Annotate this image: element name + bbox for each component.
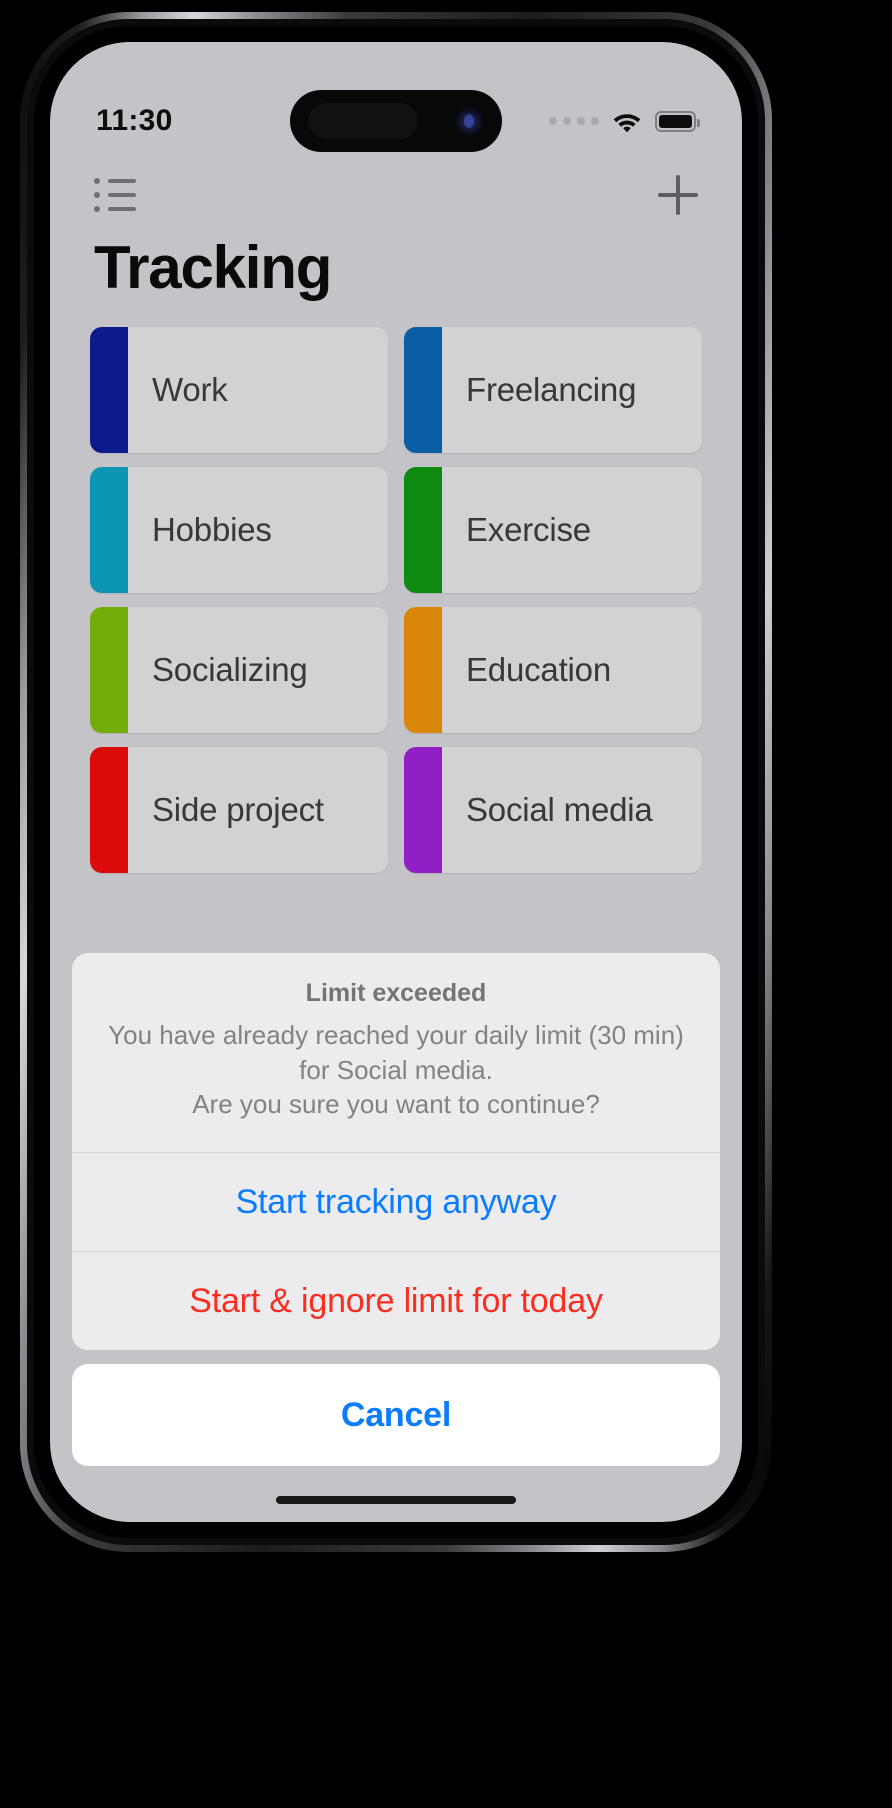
action-sheet-header: Limit exceeded You have already reached …	[72, 953, 720, 1152]
category-card[interactable]: Education	[404, 606, 702, 733]
category-card[interactable]: Hobbies	[90, 466, 388, 593]
action-sheet-message: You have already reached your daily limi…	[108, 1020, 684, 1120]
category-color-bar	[90, 746, 128, 873]
wifi-icon	[612, 110, 642, 133]
category-color-bar	[404, 326, 442, 453]
cellular-dots-icon	[549, 117, 599, 125]
action-sheet: Limit exceeded You have already reached …	[72, 953, 720, 1466]
category-label: Socializing	[152, 650, 308, 688]
plus-icon[interactable]	[658, 175, 698, 215]
phone-frame: 11:30 Tracking Work Freelancing Hobbies …	[20, 12, 772, 1552]
front-camera	[453, 105, 486, 138]
category-label: Work	[152, 370, 228, 408]
category-color-bar	[90, 326, 128, 453]
category-color-bar	[90, 606, 128, 733]
category-label: Side project	[152, 790, 324, 828]
category-card[interactable]: Side project	[90, 746, 388, 873]
category-card[interactable]: Work	[90, 326, 388, 453]
status-clock: 11:30	[96, 104, 173, 137]
page-title: Tracking	[94, 234, 332, 301]
category-label: Freelancing	[466, 370, 637, 408]
category-card[interactable]: Exercise	[404, 466, 702, 593]
navigation-bar	[50, 164, 742, 226]
category-color-bar	[90, 466, 128, 593]
category-grid: Work Freelancing Hobbies Exercise Social…	[50, 326, 742, 873]
phone-screen: 11:30 Tracking Work Freelancing Hobbies …	[50, 42, 742, 1522]
category-color-bar	[404, 466, 442, 593]
category-card[interactable]: Socializing	[90, 606, 388, 733]
cancel-button[interactable]: Cancel	[72, 1364, 720, 1466]
category-color-bar	[404, 606, 442, 733]
category-label: Hobbies	[152, 510, 272, 548]
app-root: Tracking Work Freelancing Hobbies Exerci…	[50, 42, 742, 1522]
start-and-ignore-limit-button[interactable]: Start & ignore limit for today	[72, 1252, 720, 1350]
dynamic-island[interactable]	[290, 90, 502, 152]
phone-bezel: 11:30 Tracking Work Freelancing Hobbies …	[34, 26, 758, 1538]
category-label: Exercise	[466, 510, 591, 548]
category-label: Education	[466, 650, 611, 688]
battery-full-icon	[655, 110, 700, 132]
bulleted-list-icon[interactable]	[94, 178, 138, 212]
screenshot-root: 11:30 Tracking Work Freelancing Hobbies …	[0, 0, 892, 1808]
home-indicator[interactable]	[276, 1496, 516, 1504]
category-color-bar	[404, 746, 442, 873]
status-indicators	[549, 110, 700, 133]
earpiece-speaker	[308, 103, 418, 139]
action-sheet-title: Limit exceeded	[305, 979, 487, 1008]
phone-midframe: 11:30 Tracking Work Freelancing Hobbies …	[27, 19, 765, 1545]
category-label: Social media	[466, 790, 653, 828]
action-sheet-group: Limit exceeded You have already reached …	[72, 953, 720, 1350]
category-card[interactable]: Social media	[404, 746, 702, 873]
start-tracking-anyway-button[interactable]: Start tracking anyway	[72, 1153, 720, 1251]
category-card[interactable]: Freelancing	[404, 326, 702, 453]
